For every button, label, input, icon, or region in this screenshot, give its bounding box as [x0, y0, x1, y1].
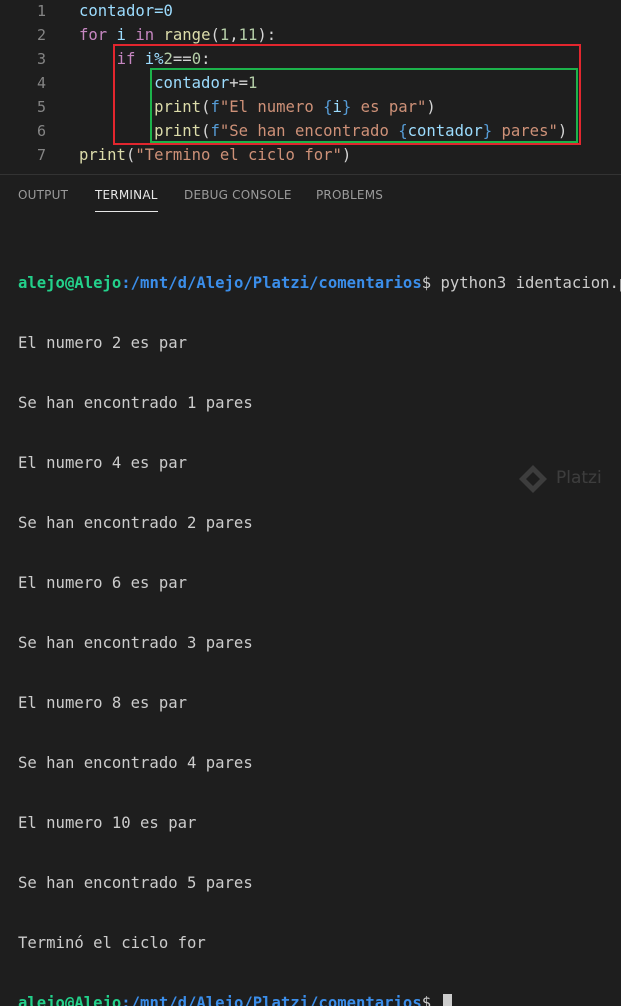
- line-number: 6: [36, 122, 46, 140]
- code-token: for: [79, 26, 108, 44]
- code-token: 1: [219, 26, 230, 44]
- line-number: 5: [36, 98, 46, 116]
- tab-problems[interactable]: PROBLEMS: [316, 188, 383, 202]
- code-token: (: [125, 146, 136, 164]
- editor-scroll-edge: [0, 166, 621, 172]
- code-text: print("Termino el ciclo for"): [79, 143, 351, 167]
- code-token: in: [135, 26, 155, 44]
- terminal-line: Se han encontrado 1 pares: [18, 394, 253, 412]
- prompt-path: :/mnt/d/Alejo/Platzi/comentarios: [121, 274, 422, 292]
- code-editor[interactable]: 1 contador=0 2 for i in range(1,11): 3 if i%…: [0, 0, 621, 172]
- terminal-line: Se han encontrado 4 pares: [18, 754, 253, 772]
- code-text: contador=0: [79, 0, 173, 23]
- code-token: contador=0: [79, 2, 173, 20]
- code-token: ,: [229, 26, 239, 44]
- code-token: i: [107, 26, 136, 44]
- terminal-prompt-line[interactable]: alejo@Alejo:/mnt/d/Alejo/Platzi/comentar…: [18, 993, 621, 1006]
- code-token: (: [210, 26, 220, 44]
- terminal-output[interactable]: alejo@Alejo:/mnt/d/Alejo/Platzi/comentar…: [18, 233, 621, 1006]
- tab-output[interactable]: OUTPUT: [18, 188, 68, 202]
- prompt-symbol: $: [421, 274, 432, 292]
- code-token: print: [79, 146, 126, 164]
- terminal-command-line: alejo@Alejo:/mnt/d/Alejo/Platzi/comentar…: [18, 273, 621, 293]
- prompt-user: alejo@Alejo: [18, 274, 122, 292]
- prompt-symbol: $: [421, 994, 432, 1006]
- code-token: ): [341, 146, 352, 164]
- code-token: range: [163, 26, 211, 44]
- terminal-line: Terminó el ciclo for: [18, 934, 206, 952]
- line-number: 2: [36, 26, 46, 44]
- terminal-line: El numero 8 es par: [18, 694, 187, 712]
- panel-tabs: OUTPUT TERMINAL DEBUG CONSOLE PROBLEMS: [0, 175, 621, 217]
- terminal-line: El numero 2 es par: [18, 334, 187, 352]
- terminal-line: Se han encontrado 3 pares: [18, 634, 253, 652]
- active-tab-indicator: [95, 211, 158, 212]
- terminal-command: python3 identacion.py: [431, 274, 621, 292]
- terminal-line: El numero 10 es par: [18, 814, 197, 832]
- platzi-watermark: Platzi: [516, 462, 616, 496]
- platzi-logo-icon: [519, 465, 547, 493]
- tab-debug-console[interactable]: DEBUG CONSOLE: [184, 188, 292, 202]
- terminal-line: Se han encontrado 2 pares: [18, 514, 253, 532]
- prompt-user: alejo@Alejo: [18, 994, 122, 1006]
- code-line[interactable]: 1 contador=0: [0, 0, 621, 23]
- line-number: 1: [36, 2, 46, 20]
- watermark-text: Platzi: [556, 468, 602, 488]
- code-token: "Termino el ciclo for": [135, 146, 342, 164]
- code-line[interactable]: 7 print("Termino el ciclo for"): [0, 143, 621, 167]
- terminal-line: El numero 6 es par: [18, 574, 187, 592]
- line-number: 4: [36, 74, 46, 92]
- tab-terminal[interactable]: TERMINAL: [95, 188, 158, 202]
- prompt-path: :/mnt/d/Alejo/Platzi/comentarios: [121, 994, 422, 1006]
- code-token: 11: [238, 26, 258, 44]
- terminal-cursor: [442, 994, 452, 1006]
- bottom-panel: OUTPUT TERMINAL DEBUG CONSOLE PROBLEMS a…: [0, 174, 621, 1006]
- line-number: 3: [36, 50, 46, 68]
- code-token: ):: [257, 26, 277, 44]
- line-number: 7: [36, 146, 46, 164]
- terminal-line: Se han encontrado 5 pares: [18, 874, 253, 892]
- if-body-highlight: [150, 68, 578, 143]
